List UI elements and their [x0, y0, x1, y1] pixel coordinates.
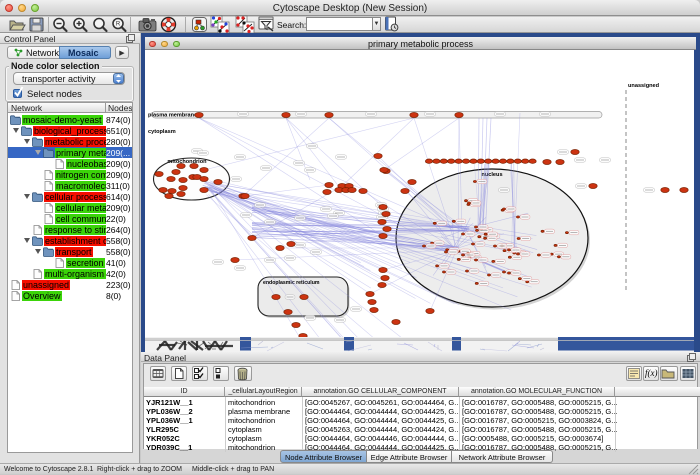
svg-text:mitochondrion: mitochondrion [167, 159, 207, 165]
svg-text:plasma membrane: plasma membrane [148, 113, 197, 119]
svg-text:unassigned: unassigned [628, 83, 660, 89]
svg-text:endoplasmic reticulum: endoplasmic reticulum [263, 280, 320, 286]
svg-text:cytoplasm: cytoplasm [148, 129, 176, 135]
svg-text:R: R [116, 22, 121, 28]
